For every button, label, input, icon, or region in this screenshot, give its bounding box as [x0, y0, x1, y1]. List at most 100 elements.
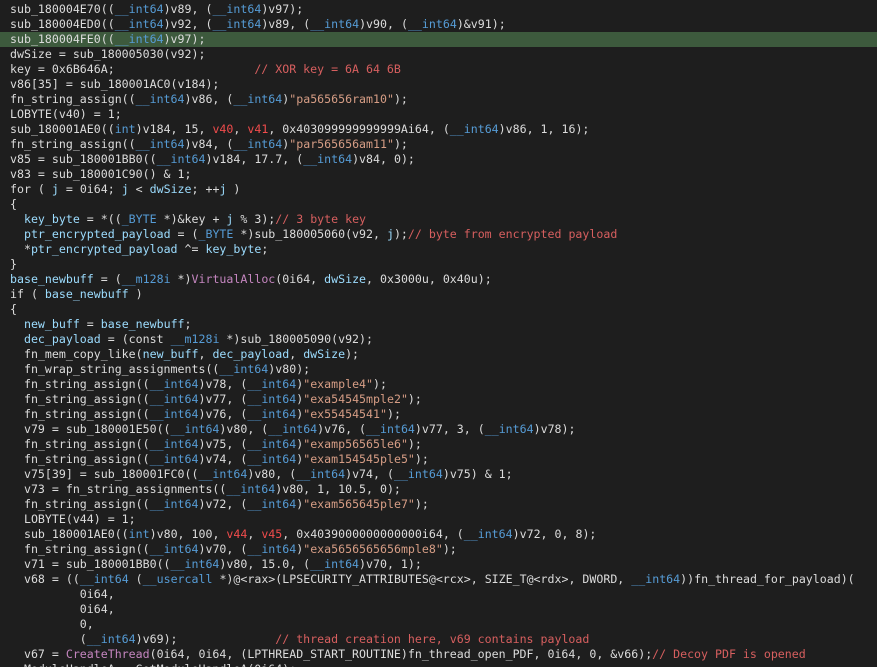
code-token: sub_180001AE0((	[10, 527, 129, 541]
code-line[interactable]: fn_string_assign((__int64)v74, (__int64)…	[0, 452, 877, 467]
code-token: v40	[212, 122, 234, 136]
code-token: __int64	[226, 482, 276, 496]
code-line[interactable]: ptr_encrypted_payload = (_BYTE *)sub_180…	[0, 227, 877, 242]
code-token: }	[10, 257, 17, 271]
code-token: __int64	[149, 437, 199, 451]
code-token: __int64	[310, 17, 360, 31]
code-line[interactable]: fn_string_assign((__int64)v70, (__int64)…	[0, 542, 877, 557]
code-line[interactable]: sub_180004E70((__int64)v89, (__int64)v97…	[0, 2, 877, 17]
code-line[interactable]: v73 = fn_string_assignments((__int64)v80…	[0, 482, 877, 497]
code-view[interactable]: sub_180004E70((__int64)v89, (__int64)v97…	[0, 0, 877, 667]
code-token: )v74, (	[345, 467, 394, 481]
code-line[interactable]: base_newbuff = (__m128i *)VirtualAlloc(0…	[0, 272, 877, 287]
code-token: v41	[247, 122, 269, 136]
code-line[interactable]: sub_180004ED0((__int64)v92, (__int64)v89…	[0, 17, 877, 32]
code-token: ;	[184, 317, 192, 331]
code-line[interactable]: fn_string_assign((__int64)v77, (__int64)…	[0, 392, 877, 407]
code-token: );	[393, 92, 408, 106]
code-line[interactable]: for ( j = 0i64; j < dwSize; ++j )	[0, 182, 877, 197]
code-token: )v80, 1, 10.5, 0);	[275, 482, 401, 496]
code-line[interactable]: ModuleHandleA = GetModuleHandleA(0i64);	[0, 662, 877, 667]
code-line[interactable]: fn_string_assign((__int64)v84, (__int64)…	[0, 137, 877, 152]
code-line[interactable]: if ( base_newbuff )	[0, 287, 877, 302]
code-line[interactable]: LOBYTE(v40) = 1;	[0, 107, 877, 122]
code-token: ptr_encrypted_payload	[30, 242, 178, 256]
code-token: fn_string_assign((	[10, 437, 150, 451]
code-token: );	[373, 377, 387, 391]
code-token: sub_180001AE0((	[10, 122, 115, 136]
code-line[interactable]: {	[0, 302, 877, 317]
code-token: );	[386, 407, 401, 421]
code-line[interactable]: }	[0, 257, 877, 272]
code-token: )v80, (	[247, 467, 297, 481]
code-line[interactable]: LOBYTE(v44) = 1;	[0, 512, 877, 527]
code-token: v79 = sub_180001E50((	[10, 422, 171, 436]
code-token: *)&key +	[156, 212, 227, 226]
code-token: VirtualAlloc	[191, 272, 276, 286]
code-token: , 0x4039000000000000i64, (	[282, 527, 464, 541]
code-token: __int64	[149, 542, 199, 556]
code-token: __int64	[170, 557, 220, 571]
code-token: __int64	[149, 377, 199, 391]
code-line[interactable]: new_buff = base_newbuff;	[0, 317, 877, 332]
code-line[interactable]: (__int64)v69); // thread creation here, …	[0, 632, 877, 647]
code-token: ,	[198, 347, 213, 361]
code-token: );	[414, 452, 429, 466]
code-line[interactable]: fn_string_assign((__int64)v78, (__int64)…	[0, 377, 877, 392]
code-line[interactable]: fn_string_assign((__int64)v75, (__int64)…	[0, 437, 877, 452]
code-line[interactable]: v68 = ((__int64 (__usercall *)@<rax>(LPS…	[0, 572, 877, 587]
code-token: )v78, (	[198, 377, 248, 391]
code-line[interactable]: fn_string_assign((__int64)v72, (__int64)…	[0, 497, 877, 512]
code-line[interactable]: 0i64,	[0, 587, 877, 602]
code-line[interactable]: dwSize = sub_180005030(v92);	[0, 47, 877, 62]
code-line[interactable]: sub_180001AE0((int)v184, 15, v40, v41, 0…	[0, 122, 877, 137]
code-line-highlighted[interactable]: sub_180004FE0((__int64)v97);	[0, 32, 877, 47]
code-token: (0i64, 0i64, (LPTHREAD_START_ROUTINE)fn_…	[149, 647, 653, 661]
code-token: )v76, (	[317, 422, 367, 436]
code-line[interactable]: fn_string_assign((__int64)v86, (__int64)…	[0, 92, 877, 107]
code-token: , 0x403099999999999Ai64, (	[268, 122, 450, 136]
code-line[interactable]: fn_wrap_string_assignments((__int64)v80)…	[0, 362, 877, 377]
code-token: )&v91);	[456, 17, 506, 31]
code-token: __int64	[135, 137, 185, 151]
code-line[interactable]: fn_mem_copy_like(new_buff, dec_payload, …	[0, 347, 877, 362]
code-token: fn_string_assign((	[10, 452, 150, 466]
code-token: =	[79, 317, 101, 331]
code-token: v86[35] = sub_180001AC0(v184);	[10, 77, 220, 91]
code-line[interactable]: *ptr_encrypted_payload ^= key_byte;	[0, 242, 877, 257]
code-line[interactable]: 0i64,	[0, 602, 877, 617]
code-token: LOBYTE(v40) = 1;	[10, 107, 122, 121]
code-line[interactable]: v71 = sub_180001BB0((__int64)v80, 15.0, …	[0, 557, 877, 572]
code-token: )v80, (	[219, 422, 269, 436]
code-token: 0i64,	[10, 587, 115, 601]
code-token: "exa54545mple2"	[303, 392, 408, 406]
code-line[interactable]: v83 = sub_180001C90() & 1;	[0, 167, 877, 182]
code-token: dec_payload	[23, 332, 101, 346]
code-token: sub_180004ED0((	[10, 17, 115, 31]
code-token: )v80, 100,	[149, 527, 227, 541]
code-token: (	[128, 572, 143, 586]
code-token: new_buff	[142, 347, 199, 361]
code-line[interactable]: v79 = sub_180001E50((__int64)v80, (__int…	[0, 422, 877, 437]
code-token: int	[114, 122, 136, 136]
code-token: *)@<rax>(LPSECURITY_ATTRIBUTES@<rcx>, SI…	[212, 572, 632, 586]
code-line[interactable]: 0,	[0, 617, 877, 632]
code-token: <	[128, 182, 150, 196]
code-token: = (	[93, 272, 122, 286]
code-token: __int64	[247, 542, 297, 556]
code-line[interactable]: v75[39] = sub_180001FC0((__int64)v80, (_…	[0, 467, 877, 482]
code-line[interactable]: key_byte = *((_BYTE *)&key + j % 3);// 3…	[0, 212, 877, 227]
code-line[interactable]: sub_180001AE0((int)v80, 100, v44, v45, 0…	[0, 527, 877, 542]
code-token: );	[414, 497, 429, 511]
code-token: "par565656am11"	[289, 137, 394, 151]
code-line[interactable]: key = 0x6B646A; // XOR key = 6A 64 6B	[0, 62, 877, 77]
code-line[interactable]: dec_payload = (const __m128i *)sub_18000…	[0, 332, 877, 347]
code-line[interactable]: v67 = CreateThread(0i64, 0i64, (LPTHREAD…	[0, 647, 877, 662]
code-line[interactable]: {	[0, 197, 877, 212]
code-line[interactable]: v86[35] = sub_180001AC0(v184);	[0, 77, 877, 92]
code-line[interactable]: v85 = sub_180001BB0((__int64)v184, 17.7,…	[0, 152, 877, 167]
code-token: "exa5656565656mple8"	[303, 542, 443, 556]
code-line[interactable]: fn_string_assign((__int64)v76, (__int64)…	[0, 407, 877, 422]
code-token: _BYTE	[121, 212, 157, 226]
code-token: )v84, 0);	[352, 152, 415, 166]
